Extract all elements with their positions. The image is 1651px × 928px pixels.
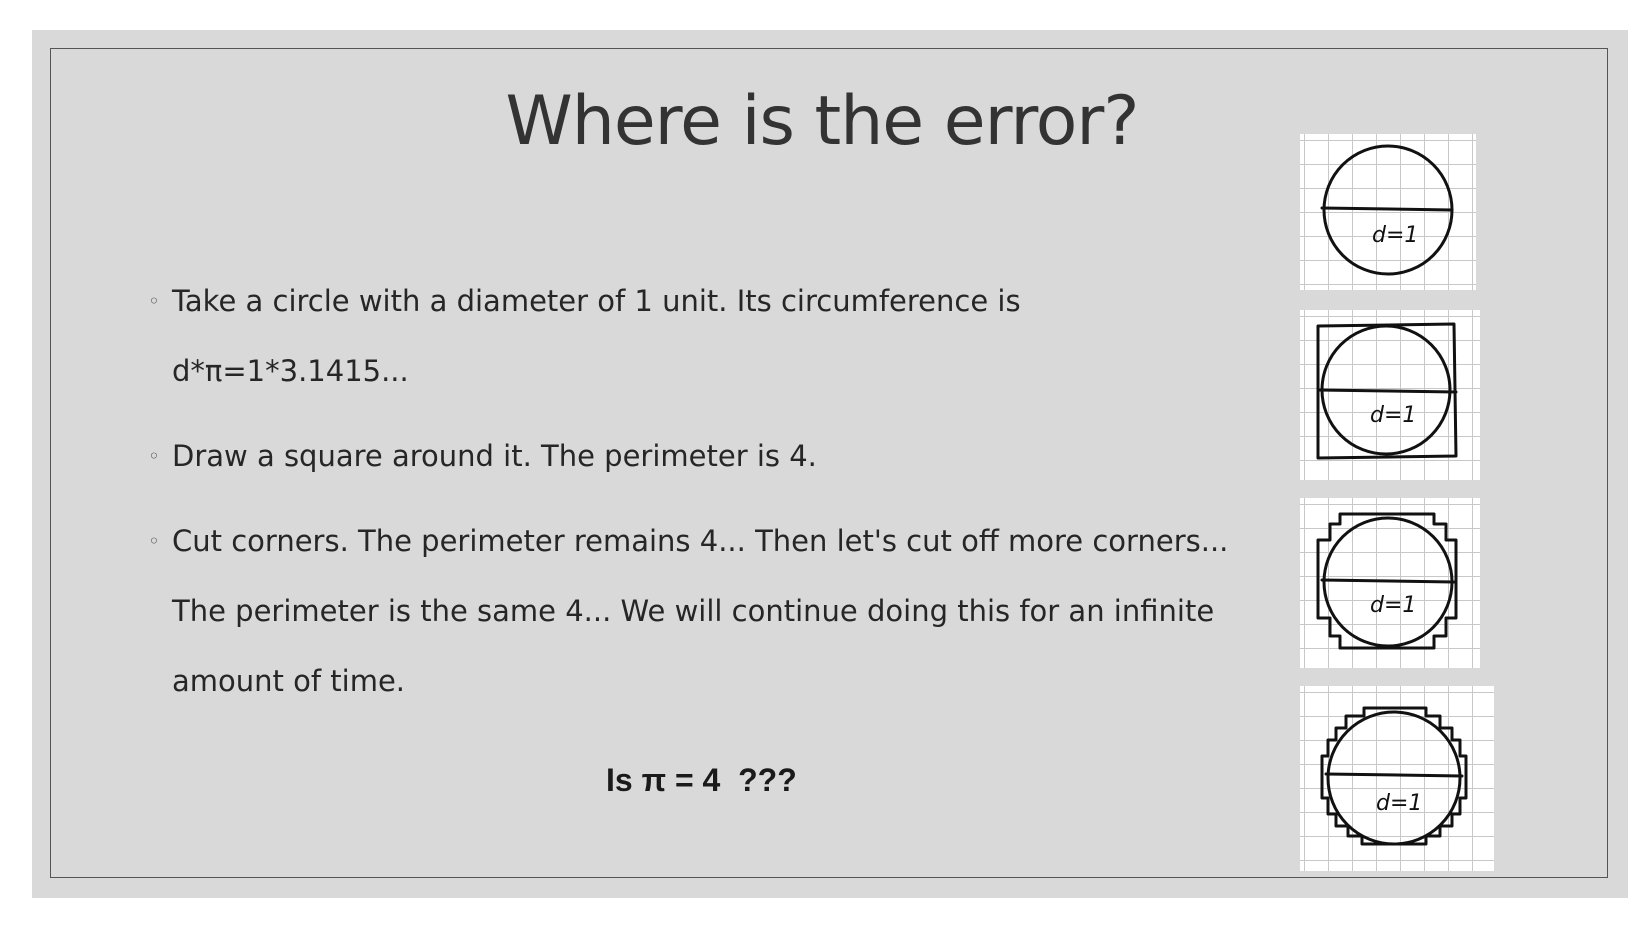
diameter-label: d=1 xyxy=(1370,403,1416,428)
bullet-marker: ◦ xyxy=(148,289,160,313)
bullet-item: ◦ Cut corners. The perimeter remains 4..… xyxy=(112,506,1262,716)
sketch-circle: d=1 xyxy=(1300,134,1476,290)
bullet-item: ◦ Draw a square around it. The perimeter… xyxy=(112,421,1262,491)
diameter-label: d=1 xyxy=(1370,593,1416,618)
bullet-text: Draw a square around it. The perimeter i… xyxy=(172,439,817,473)
cut-corners-drawing: d=1 xyxy=(1316,512,1458,650)
sketch-more-corners: d=1 xyxy=(1300,686,1494,871)
circle-drawing: d=1 xyxy=(1320,144,1454,276)
slide-title: Where is the error? xyxy=(505,82,1140,161)
diameter-label: d=1 xyxy=(1372,223,1418,248)
more-corners-drawing: d=1 xyxy=(1320,706,1468,846)
slide: Where is the error? ◦ Take a circle with… xyxy=(32,30,1628,898)
diameter-label: d=1 xyxy=(1376,791,1422,816)
bullet-item: ◦ Take a circle with a diameter of 1 uni… xyxy=(112,266,1262,406)
bullet-text: Take a circle with a diameter of 1 unit.… xyxy=(172,284,1021,388)
bullet-marker: ◦ xyxy=(148,444,160,468)
bullet-marker: ◦ xyxy=(148,529,160,553)
square-drawing: d=1 xyxy=(1316,322,1458,460)
sketch-square: d=1 xyxy=(1300,310,1480,480)
bullet-list: ◦ Take a circle with a diameter of 1 uni… xyxy=(112,266,1262,716)
bullet-text: Cut corners. The perimeter remains 4... … xyxy=(172,524,1229,698)
question-text: Is π = 4 ??? xyxy=(606,762,797,798)
sketch-cut-corners: d=1 xyxy=(1300,498,1480,668)
